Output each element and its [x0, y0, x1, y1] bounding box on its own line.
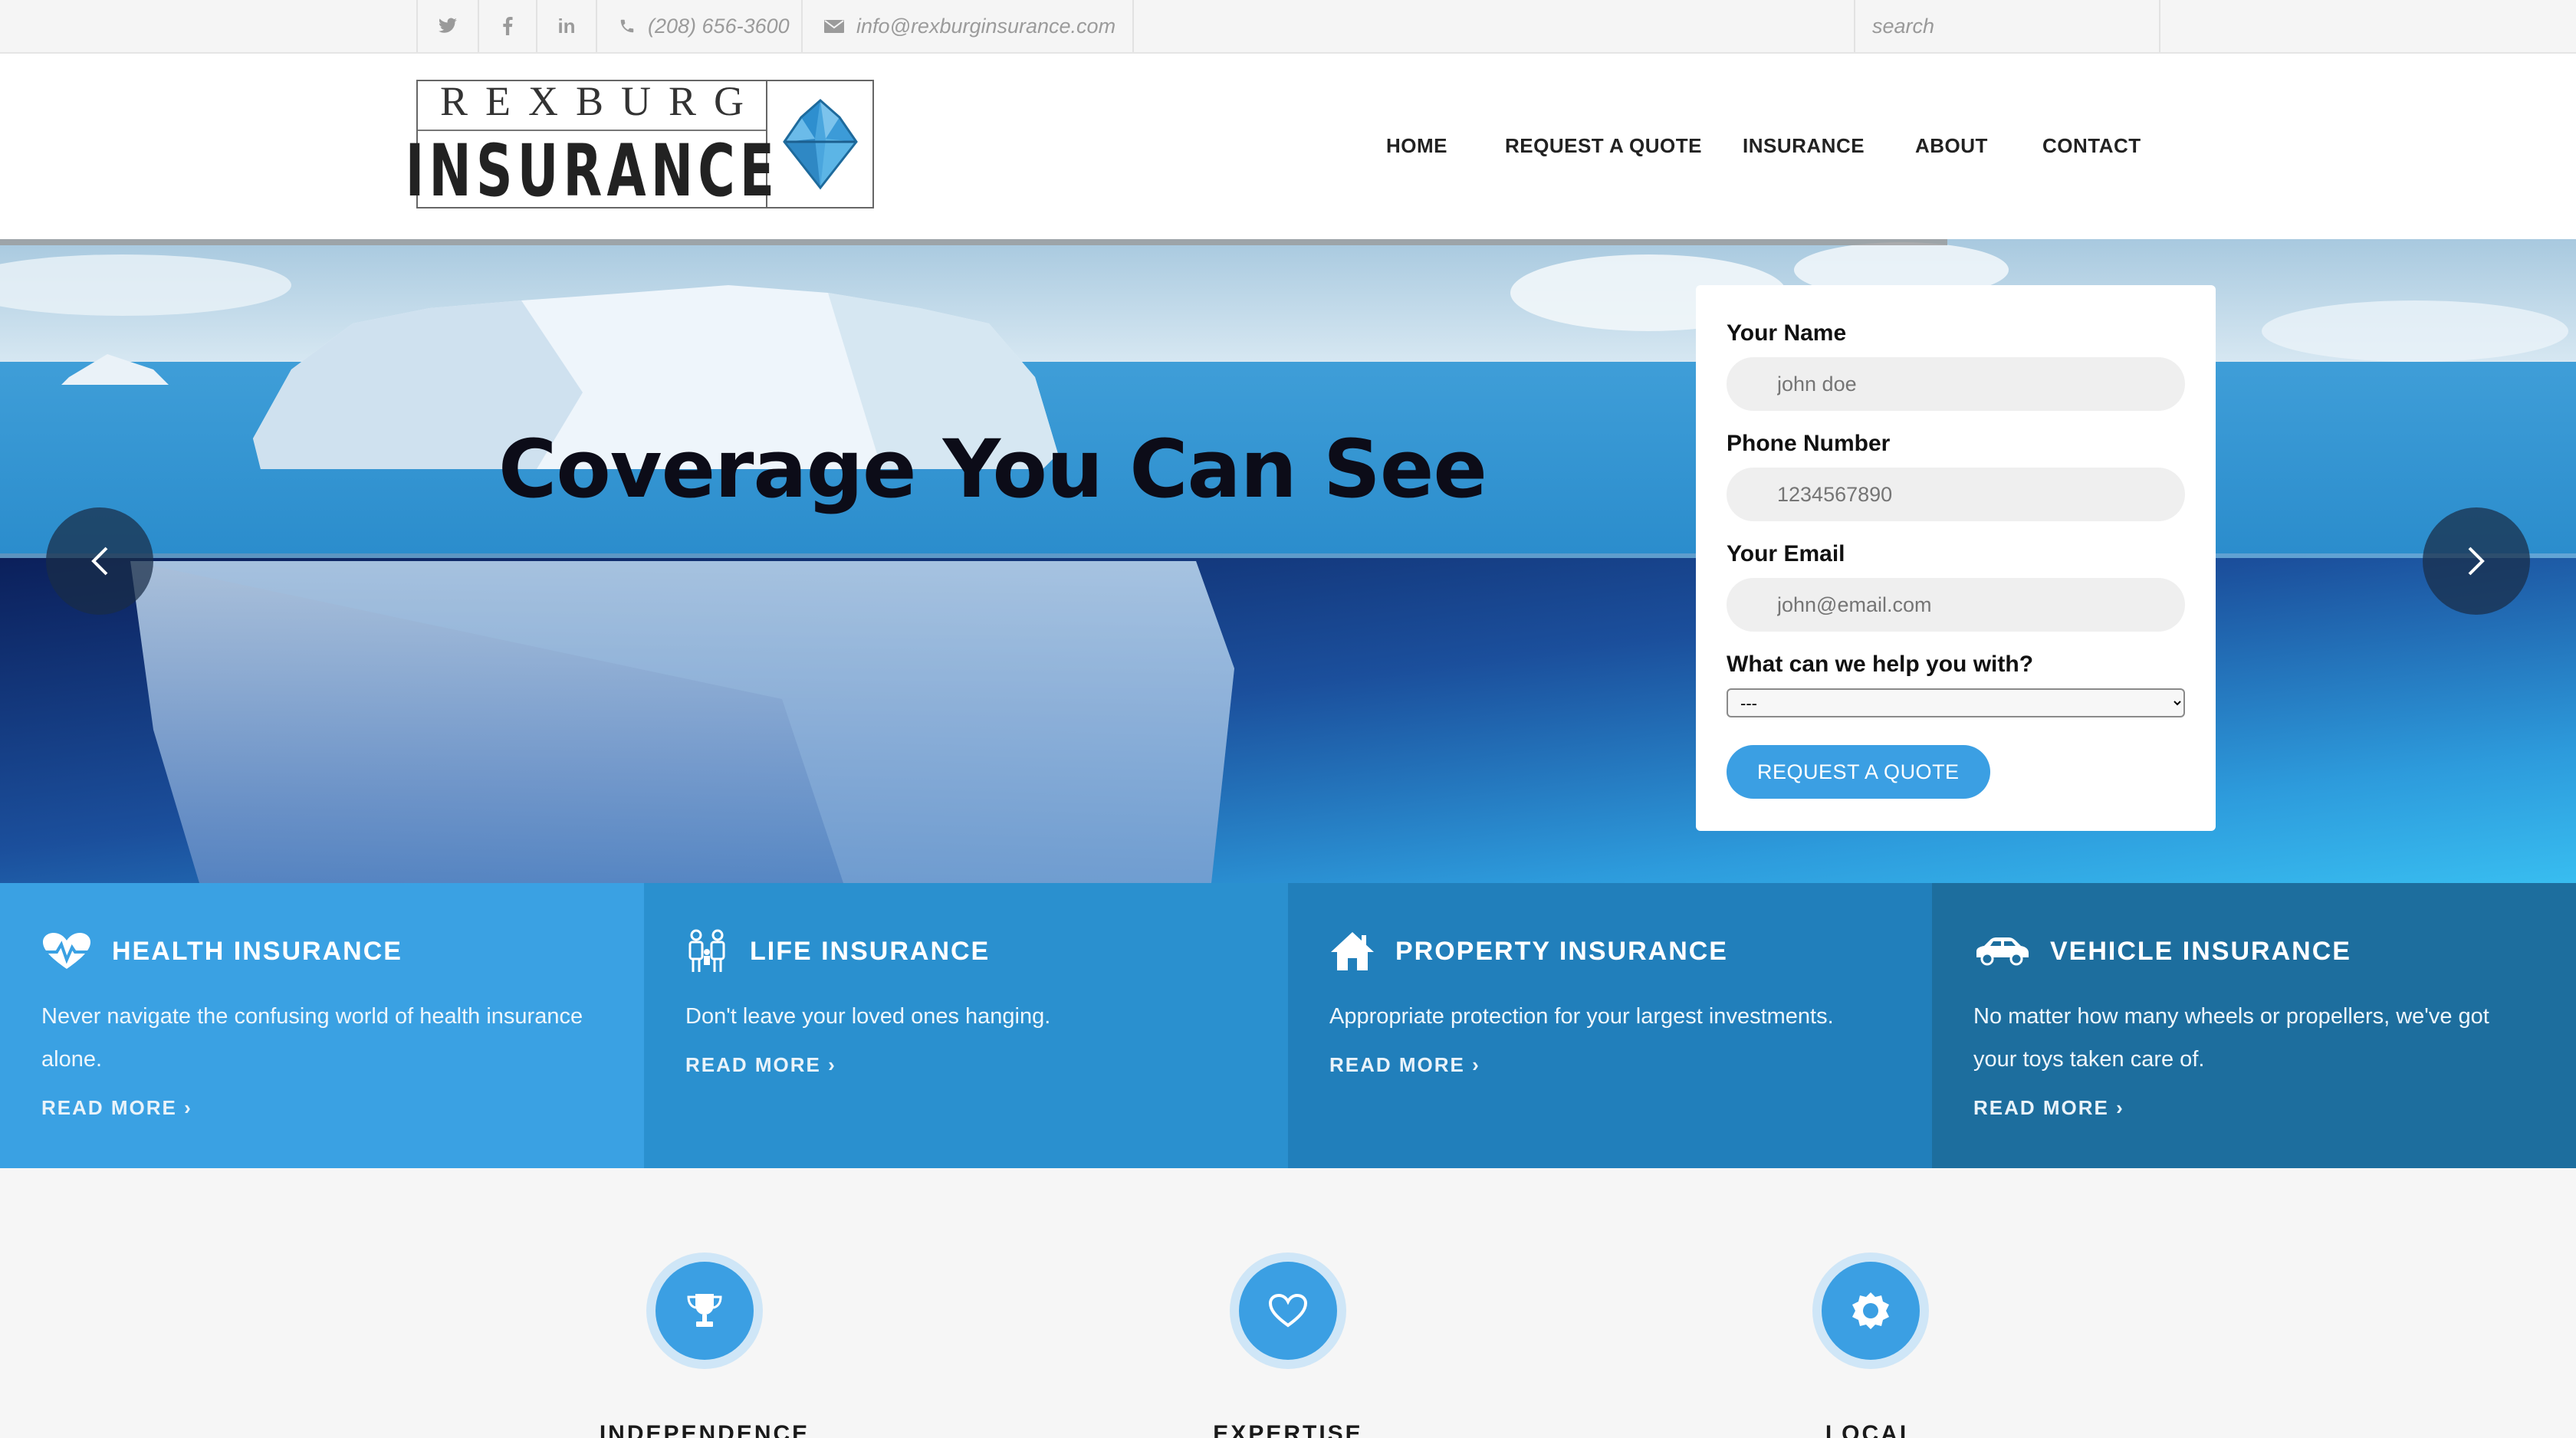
- chevron-right-icon: [2468, 547, 2485, 576]
- facebook-icon[interactable]: [478, 0, 536, 52]
- heartbeat-icon: [43, 933, 90, 969]
- tile-health-title: HEALTH INSURANCE: [112, 936, 402, 966]
- value-expertise-label: EXPERTISE: [1213, 1421, 1363, 1438]
- tile-life: LIFE INSURANCE Don't leave your loved on…: [644, 883, 1288, 1168]
- tile-vehicle: VEHICLE INSURANCE No matter how many whe…: [1932, 883, 2576, 1168]
- phone-icon: [620, 19, 634, 33]
- tile-property-desc: Appropriate protection for your largest …: [1329, 1004, 1834, 1029]
- tile-life-desc: Don't leave your loved ones hanging.: [685, 1004, 1051, 1029]
- linkedin-icon[interactable]: in: [536, 0, 596, 52]
- tile-vehicle-title: VEHICLE INSURANCE: [2050, 936, 2351, 966]
- twitter-icon[interactable]: [416, 0, 478, 52]
- tile-vehicle-desc: No matter how many wheels or propellers,…: [1973, 1004, 2489, 1072]
- badge-icon: [1852, 1292, 1889, 1329]
- hero-headline: Coverage You Can See: [498, 422, 1487, 516]
- help-label: What can we help you with?: [1727, 652, 2034, 677]
- phone-contact[interactable]: (208) 656-3600: [596, 0, 801, 52]
- email-contact[interactable]: info@rexburginsurance.com: [801, 0, 1134, 52]
- help-select[interactable]: ---: [1727, 688, 2185, 717]
- tile-health-desc: Never navigate the confusing world of he…: [41, 1004, 583, 1072]
- value-independence: INDEPENDENCE: [551, 1253, 858, 1438]
- nav-request-quote[interactable]: REQUEST A QUOTE: [1505, 134, 1702, 158]
- hero-progress-line: [0, 239, 1947, 245]
- site-header: [0, 54, 2576, 239]
- nav-about[interactable]: ABOUT: [1915, 134, 1988, 158]
- tile-vehicle-read-more[interactable]: READ MORE ›: [1973, 1096, 2124, 1120]
- slider-next-button[interactable]: [2423, 507, 2530, 615]
- logo-bottom-word: INSURANCE: [405, 130, 779, 213]
- nav-contact[interactable]: CONTACT: [2042, 134, 2141, 158]
- value-local-label: LOCAL: [1825, 1421, 1917, 1438]
- tile-property-title: PROPERTY INSURANCE: [1395, 936, 1728, 966]
- tile-property-read-more[interactable]: READ MORE ›: [1329, 1053, 1480, 1077]
- phone-label: Phone Number: [1727, 431, 1891, 456]
- name-label: Your Name: [1727, 320, 1847, 346]
- tile-life-read-more[interactable]: READ MORE ›: [685, 1053, 836, 1077]
- request-quote-button[interactable]: REQUEST A QUOTE: [1727, 745, 1990, 799]
- insurance-tiles: HEALTH INSURANCE Never navigate the conf…: [0, 883, 2576, 1168]
- tile-health-read-more[interactable]: READ MORE ›: [41, 1096, 192, 1120]
- email-field[interactable]: [1727, 578, 2185, 632]
- chevron-left-icon: [91, 547, 108, 576]
- tile-health: HEALTH INSURANCE Never navigate the conf…: [0, 883, 644, 1168]
- heart-icon: [1268, 1293, 1308, 1328]
- iceberg-gem-icon: [767, 81, 872, 207]
- quote-form: Your Name Phone Number Your Email What c…: [1696, 285, 2216, 831]
- house-icon: [1331, 932, 1374, 970]
- search-input[interactable]: [1872, 14, 2147, 38]
- site-logo[interactable]: REXBURG INSURANCE: [405, 80, 874, 208]
- family-icon: [688, 929, 725, 972]
- value-expertise: EXPERTISE: [1135, 1253, 1441, 1438]
- slider-prev-button[interactable]: [46, 507, 153, 615]
- top-bar: in (208) 656-3600 info@rexburginsurance.…: [0, 0, 2576, 54]
- logo-top-word: REXBURG: [418, 80, 766, 131]
- value-local: LOCAL: [1717, 1253, 2024, 1438]
- name-field[interactable]: [1727, 357, 2185, 411]
- nav-insurance[interactable]: INSURANCE: [1743, 134, 1865, 158]
- logo-wordmark: REXBURG INSURANCE: [405, 80, 774, 208]
- tile-life-title: LIFE INSURANCE: [750, 936, 991, 966]
- email-address: info@rexburginsurance.com: [856, 14, 1116, 38]
- envelope-icon: [824, 20, 844, 33]
- email-label: Your Email: [1727, 541, 1845, 566]
- value-independence-label: INDEPENDENCE: [599, 1421, 810, 1438]
- phone-number: (208) 656-3600: [648, 14, 790, 38]
- search-box: [1854, 0, 2160, 52]
- car-icon: [1976, 937, 2029, 966]
- tile-property: PROPERTY INSURANCE Appropriate protectio…: [1288, 883, 1932, 1168]
- trophy-icon: [687, 1294, 722, 1327]
- nav-home[interactable]: HOME: [1386, 134, 1447, 158]
- phone-field[interactable]: [1727, 468, 2185, 521]
- values-section: INDEPENDENCE EXPERTISE LOCAL: [0, 1168, 2576, 1438]
